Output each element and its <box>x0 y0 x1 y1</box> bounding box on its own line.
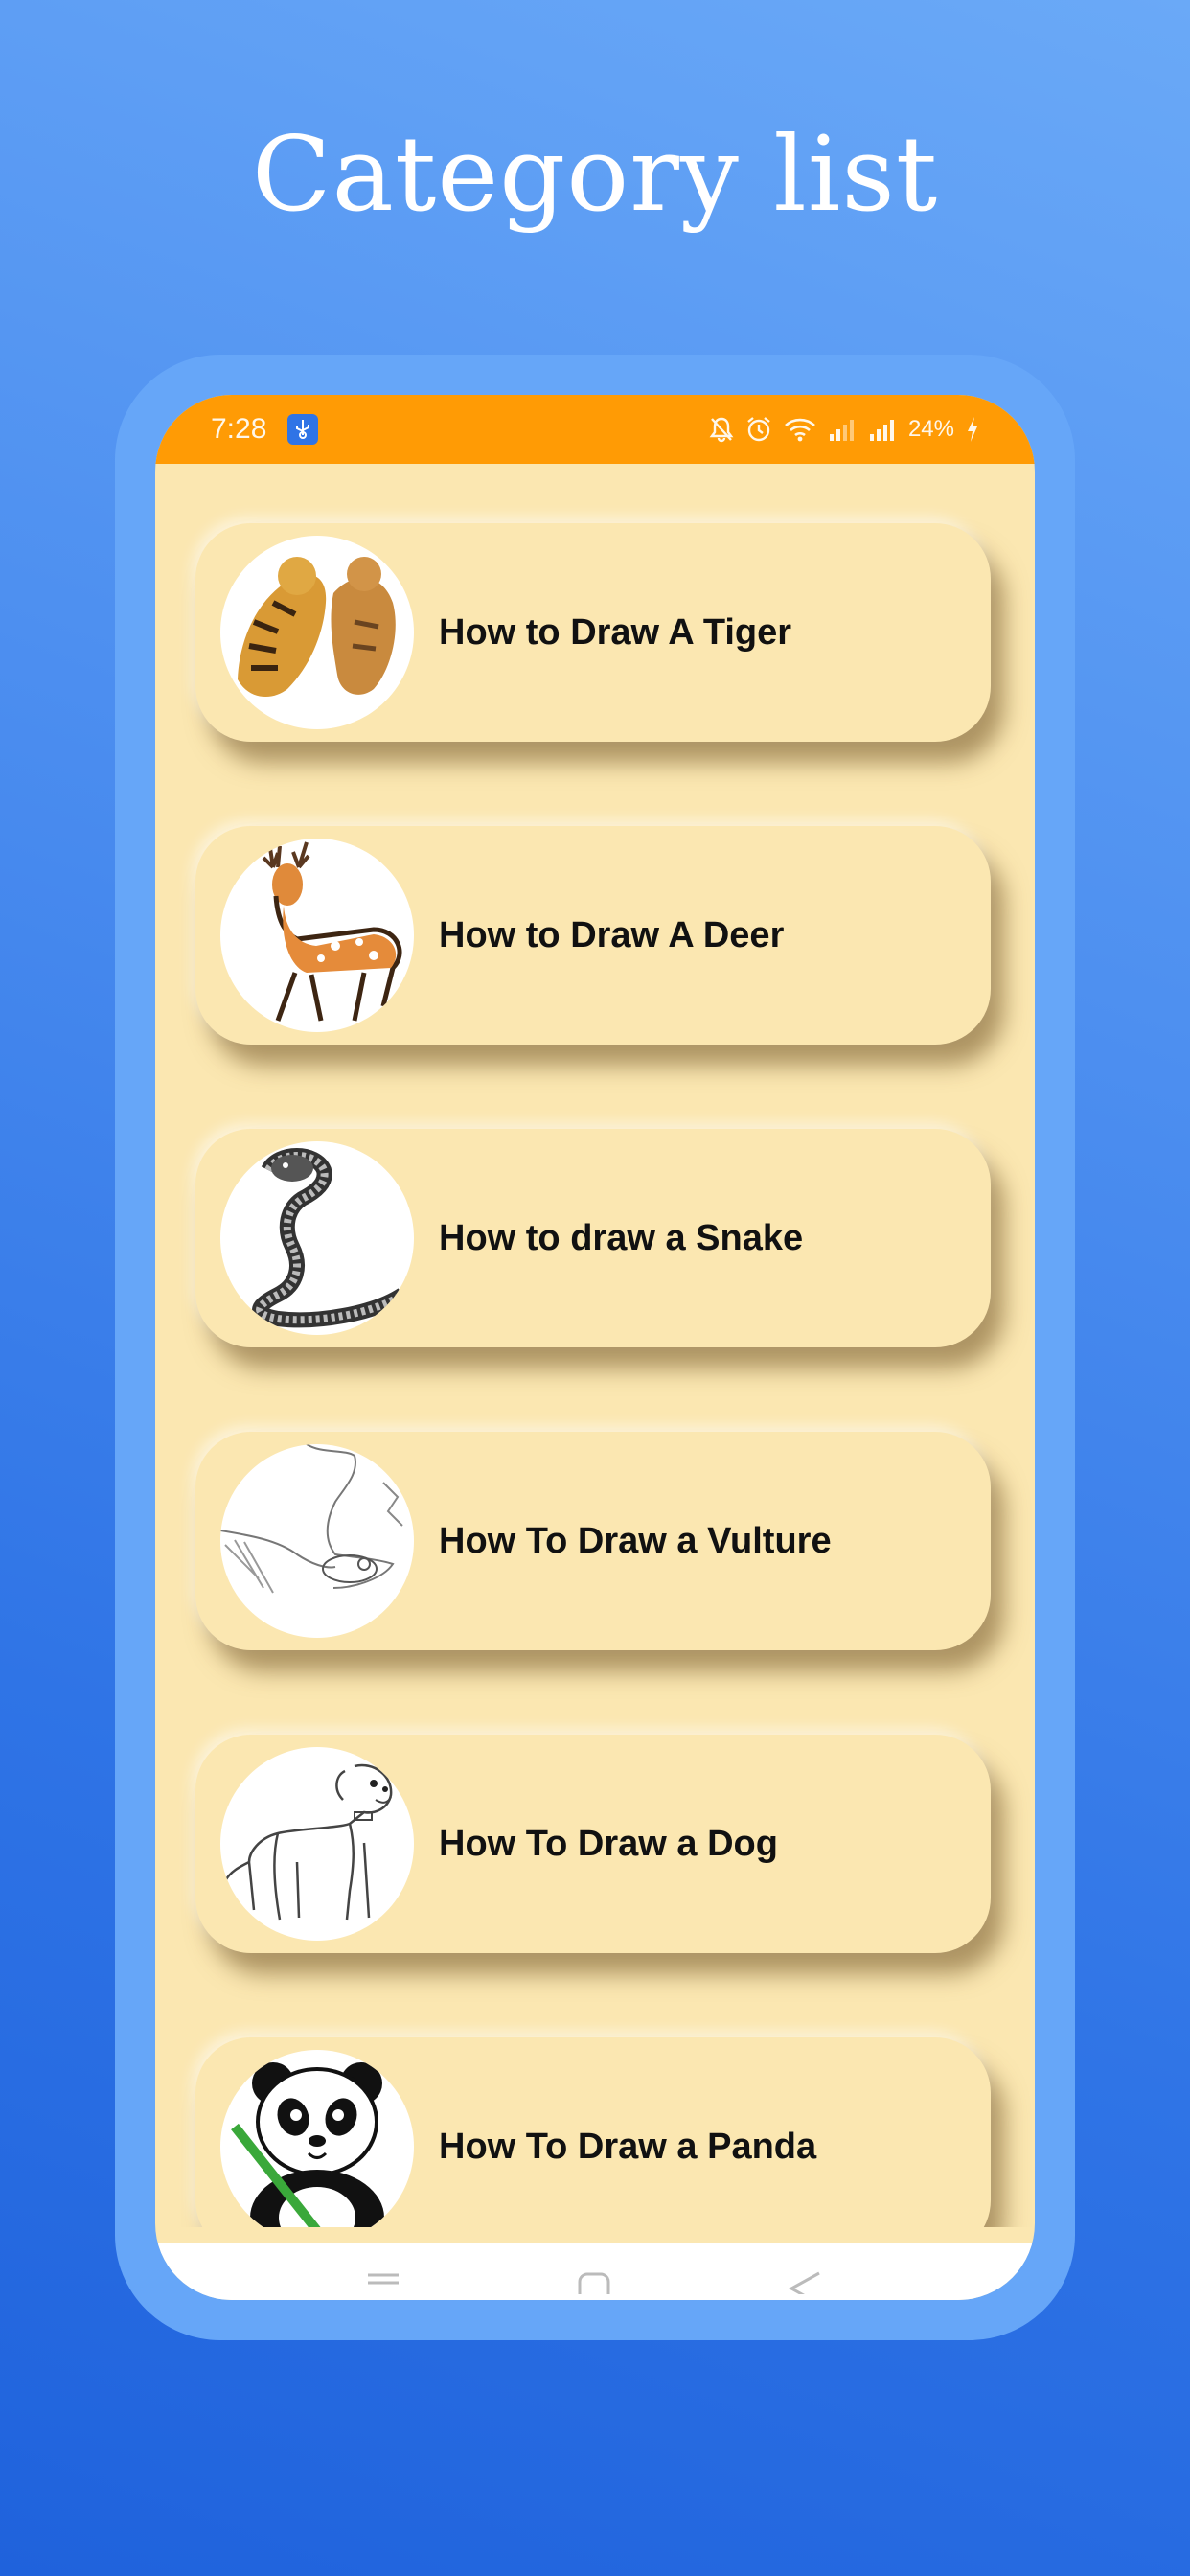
category-title: How To Draw a Dog <box>439 1823 778 1864</box>
category-card-tiger[interactable]: How to Draw A Tiger <box>195 523 991 742</box>
page-title: Category list <box>251 115 939 235</box>
status-icons: 24% <box>709 416 979 443</box>
signal-icon <box>828 418 857 441</box>
charging-icon <box>966 416 979 443</box>
panda-icon <box>220 2050 414 2227</box>
alarm-icon <box>745 416 772 443</box>
category-title: How to Draw A Deer <box>439 914 785 955</box>
status-bar: 7:28 24% <box>155 395 1035 464</box>
category-title: How To Draw a Panda <box>439 2126 817 2167</box>
category-card-dog[interactable]: How To Draw a Dog <box>195 1735 991 1953</box>
signal-icon <box>868 418 897 441</box>
snake-icon <box>220 1141 414 1335</box>
phone-screen: 7:28 24% How to Draw A Tiger How to Draw… <box>155 395 1035 2300</box>
tiger-icon <box>220 536 414 729</box>
home-icon[interactable] <box>577 2271 611 2300</box>
deer-icon <box>220 839 414 1032</box>
wifi-icon <box>784 417 816 442</box>
dog-icon <box>220 1747 414 1941</box>
battery-level: 24% <box>907 416 954 442</box>
category-card-panda[interactable]: How To Draw a Panda <box>195 2037 991 2227</box>
vulture-icon <box>220 1444 414 1638</box>
category-card-snake[interactable]: How to draw a Snake <box>195 1129 991 1347</box>
category-title: How to draw a Snake <box>439 1217 804 1258</box>
navigation-bar <box>155 2242 1035 2300</box>
category-card-vulture[interactable]: How To Draw a Vulture <box>195 1432 991 1650</box>
category-title: How to Draw A Tiger <box>439 611 792 653</box>
mute-icon <box>709 416 734 443</box>
status-time: 7:28 <box>211 413 267 445</box>
category-title: How To Draw a Vulture <box>439 1520 832 1561</box>
usb-debug-icon <box>287 414 319 445</box>
menu-icon[interactable] <box>366 2271 400 2295</box>
category-list[interactable]: How to Draw A Tiger How to Draw A Deer H… <box>155 464 1035 2227</box>
category-card-deer[interactable]: How to Draw A Deer <box>195 826 991 1045</box>
back-icon[interactable] <box>788 2271 822 2300</box>
